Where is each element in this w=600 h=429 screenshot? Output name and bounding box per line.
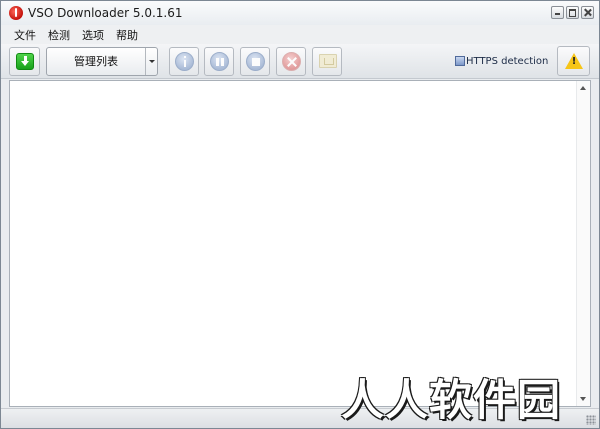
- vertical-scrollbar[interactable]: [576, 81, 590, 406]
- pause-icon: [210, 52, 229, 71]
- window-title: VSO Downloader 5.0.1.61: [28, 6, 183, 20]
- window-controls: [551, 6, 594, 19]
- dropdown-arrow-icon[interactable]: [145, 48, 157, 75]
- watermark: 人人软件园: [341, 376, 561, 426]
- delete-icon: [282, 52, 301, 71]
- delete-button[interactable]: [276, 47, 306, 76]
- download-button[interactable]: [9, 47, 40, 76]
- info-icon: [175, 52, 194, 71]
- open-folder-button[interactable]: [312, 47, 342, 76]
- close-button[interactable]: [581, 6, 594, 19]
- download-list-area[interactable]: [9, 80, 591, 407]
- menu-file[interactable]: 文件: [8, 27, 42, 43]
- warning-button[interactable]: !: [557, 46, 590, 76]
- app-window: VSO Downloader 5.0.1.61 文件 检测 选项 帮助 管理列表: [0, 0, 600, 429]
- scroll-up-icon[interactable]: [580, 86, 586, 90]
- minimize-button[interactable]: [551, 6, 564, 19]
- warning-mark: !: [571, 56, 577, 67]
- download-icon: [16, 53, 34, 70]
- menu-help[interactable]: 帮助: [110, 27, 144, 43]
- info-button[interactable]: [169, 47, 199, 76]
- pause-button[interactable]: [204, 47, 234, 76]
- stop-button[interactable]: [240, 47, 270, 76]
- menu-detect[interactable]: 检测: [42, 27, 76, 43]
- menu-options[interactable]: 选项: [76, 27, 110, 43]
- menu-bar: 文件 检测 选项 帮助: [1, 25, 599, 44]
- https-detection-label[interactable]: HTTPS detection: [451, 56, 548, 68]
- list-manager-label: 管理列表: [74, 55, 118, 68]
- stop-icon: [246, 52, 265, 71]
- list-manager-dropdown[interactable]: 管理列表: [46, 47, 158, 76]
- folder-icon: [319, 54, 337, 68]
- resize-grip-icon[interactable]: [586, 415, 596, 425]
- maximize-button[interactable]: [566, 6, 579, 19]
- title-bar[interactable]: VSO Downloader 5.0.1.61: [1, 1, 599, 25]
- app-logo-icon: [9, 6, 23, 20]
- scroll-down-icon[interactable]: [580, 397, 586, 401]
